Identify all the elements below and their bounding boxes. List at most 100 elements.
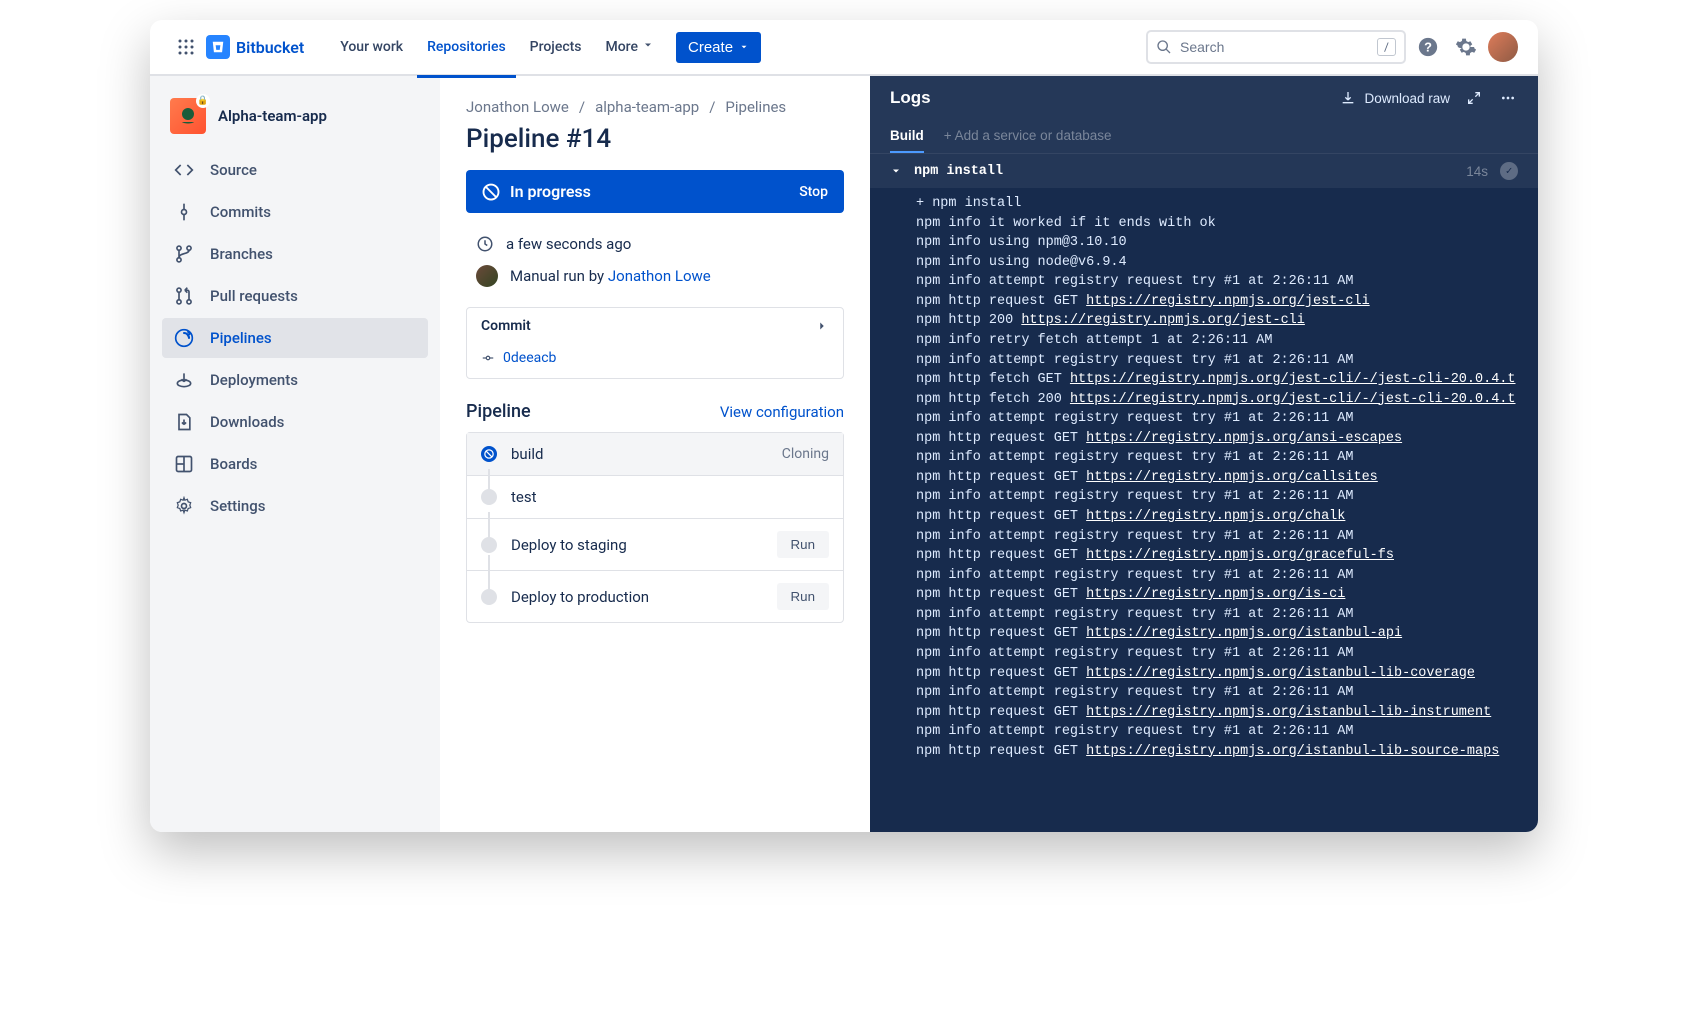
sidebar-item-deployments[interactable]: Deployments — [162, 360, 428, 400]
log-line: npm info using node@v6.9.4 — [916, 253, 1538, 273]
triggerer-link[interactable]: Jonathon Lowe — [608, 267, 711, 285]
pipeline-section-title: Pipeline — [466, 401, 531, 422]
log-line: npm info attempt registry request try #1… — [916, 527, 1538, 547]
log-url-link[interactable]: https://registry.npmjs.org/istanbul-lib-… — [1086, 666, 1475, 681]
log-url-link[interactable]: https://registry.npmjs.org/jest-cli — [1086, 294, 1370, 309]
chevron-down-icon — [642, 39, 654, 51]
stop-button[interactable]: Stop — [799, 184, 828, 200]
log-url-link[interactable]: https://registry.npmjs.org/istanbul-lib-… — [1086, 705, 1491, 720]
sidebar-item-pipelines[interactable]: Pipelines — [162, 318, 428, 358]
search-input[interactable] — [1180, 39, 1369, 55]
log-url-link[interactable]: https://registry.npmjs.org/istanbul-lib-… — [1086, 744, 1499, 759]
triggerer-avatar — [476, 265, 498, 287]
repo-avatar-icon: 🔒 — [170, 98, 206, 134]
run-step-button[interactable]: Run — [777, 583, 829, 610]
clock-icon — [476, 235, 494, 253]
log-line: npm http request GET https://registry.np… — [916, 292, 1538, 312]
log-line: npm info attempt registry request try #1… — [916, 487, 1538, 507]
log-line: npm info attempt registry request try #1… — [916, 351, 1538, 371]
svg-text:?: ? — [1424, 40, 1432, 55]
log-url-link[interactable]: https://registry.npmjs.org/jest-cli/-/je… — [1070, 392, 1516, 407]
step-label: Deploy to staging — [511, 536, 763, 554]
sidebar-item-branches[interactable]: Branches — [162, 234, 428, 274]
pipeline-step[interactable]: build Cloning — [467, 433, 843, 475]
step-status-icon — [481, 446, 497, 462]
download-raw-button[interactable]: Download raw — [1340, 90, 1450, 106]
log-output[interactable]: + npm installnpm info it worked if it en… — [870, 188, 1538, 832]
log-url-link[interactable]: https://registry.npmjs.org/is-ci — [1086, 587, 1345, 602]
breadcrumb-repo[interactable]: alpha-team-app — [595, 98, 699, 116]
sidebar-item-boards[interactable]: Boards — [162, 444, 428, 484]
log-line: npm info attempt registry request try #1… — [916, 605, 1538, 625]
step-status-icon — [481, 589, 497, 605]
breadcrumb-section[interactable]: Pipelines — [725, 98, 786, 116]
expand-logs-button[interactable] — [1466, 90, 1482, 106]
step-status-icon — [481, 489, 497, 505]
log-url-link[interactable]: https://registry.npmjs.org/ansi-escapes — [1086, 431, 1402, 446]
commit-hash-link[interactable]: 0deeacb — [503, 350, 556, 366]
commits-icon — [174, 202, 194, 222]
sidebar-item-settings[interactable]: Settings — [162, 486, 428, 526]
nav-item-projects[interactable]: Projects — [520, 31, 592, 63]
repo-header[interactable]: 🔒 Alpha-team-app — [162, 98, 428, 150]
chevron-down-icon — [739, 42, 749, 52]
help-icon[interactable]: ? — [1412, 31, 1444, 63]
product-home[interactable]: Bitbucket — [206, 35, 304, 59]
view-configuration-link[interactable]: View configuration — [720, 403, 844, 421]
log-url-link[interactable]: https://registry.npmjs.org/chalk — [1086, 509, 1345, 524]
log-line: npm http request GET https://registry.np… — [916, 546, 1538, 566]
log-line: npm http request GET https://registry.np… — [916, 624, 1538, 644]
step-label: Deploy to production — [511, 588, 763, 606]
main-content: Jonathon Lowe / alpha-team-app / Pipelin… — [440, 76, 870, 832]
log-stage-header[interactable]: npm install 14s ✓ — [870, 154, 1538, 188]
download-icon — [1340, 90, 1356, 106]
sidebar-item-downloads[interactable]: Downloads — [162, 402, 428, 442]
search-input-container[interactable]: / — [1146, 30, 1406, 64]
log-url-link[interactable]: https://registry.npmjs.org/istanbul-api — [1086, 626, 1402, 641]
settings-icon[interactable] — [1450, 31, 1482, 63]
pipeline-status-bar: In progress Stop — [466, 170, 844, 213]
log-line: npm http request GET https://registry.np… — [916, 429, 1538, 449]
log-line: npm info attempt registry request try #1… — [916, 566, 1538, 586]
pipeline-step[interactable]: test — [467, 475, 843, 518]
commit-toggle[interactable]: Commit — [467, 308, 843, 344]
page-title: Pipeline #14 — [466, 124, 844, 154]
log-line: npm http request GET https://registry.np… — [916, 585, 1538, 605]
log-line: npm info attempt registry request try #1… — [916, 683, 1538, 703]
log-line: npm http request GET https://registry.np… — [916, 468, 1538, 488]
expand-icon — [1466, 90, 1482, 106]
log-line: npm info attempt registry request try #1… — [916, 448, 1538, 468]
stage-duration: 14s — [1466, 164, 1488, 179]
app-switcher-icon[interactable] — [170, 31, 202, 63]
pipeline-step[interactable]: Deploy to staging Run — [467, 518, 843, 570]
branches-icon — [174, 244, 194, 264]
create-button[interactable]: Create — [676, 32, 761, 63]
nav-item-your-work[interactable]: Your work — [330, 31, 413, 63]
log-line: npm http fetch GET https://registry.npmj… — [916, 370, 1538, 390]
step-label: build — [511, 445, 768, 463]
more-actions-button[interactable] — [1498, 90, 1518, 106]
sidebar-item-commits[interactable]: Commits — [162, 192, 428, 232]
sidebar-item-pull-requests[interactable]: Pull requests — [162, 276, 428, 316]
nav-item-repositories[interactable]: Repositories — [417, 31, 516, 63]
sidebar-item-source[interactable]: Source — [162, 150, 428, 190]
nav-item-more[interactable]: More — [596, 31, 665, 63]
log-line: npm http request GET https://registry.np… — [916, 664, 1538, 684]
log-url-link[interactable]: https://registry.npmjs.org/graceful-fs — [1086, 548, 1394, 563]
log-url-link[interactable]: https://registry.npmjs.org/jest-cli/-/je… — [1070, 372, 1516, 387]
run-step-button[interactable]: Run — [777, 531, 829, 558]
log-url-link[interactable]: https://registry.npmjs.org/callsites — [1086, 470, 1378, 485]
product-name: Bitbucket — [236, 38, 304, 57]
source-icon — [174, 160, 194, 180]
profile-avatar[interactable] — [1488, 32, 1518, 62]
pipeline-step[interactable]: Deploy to production Run — [467, 570, 843, 622]
breadcrumb-owner[interactable]: Jonathon Lowe — [466, 98, 569, 116]
top-nav: Bitbucket Your workRepositoriesProjectsM… — [150, 20, 1538, 76]
log-line: npm info retry fetch attempt 1 at 2:26:1… — [916, 331, 1538, 351]
logs-tab-build[interactable]: Build — [890, 120, 924, 153]
chevron-right-icon — [815, 319, 829, 333]
step-status-text: Cloning — [782, 446, 829, 462]
log-url-link[interactable]: https://registry.npmjs.org/jest-cli — [1021, 313, 1305, 328]
add-service-button[interactable]: + Add a service or database — [944, 120, 1112, 153]
bitbucket-logo-icon — [206, 35, 230, 59]
